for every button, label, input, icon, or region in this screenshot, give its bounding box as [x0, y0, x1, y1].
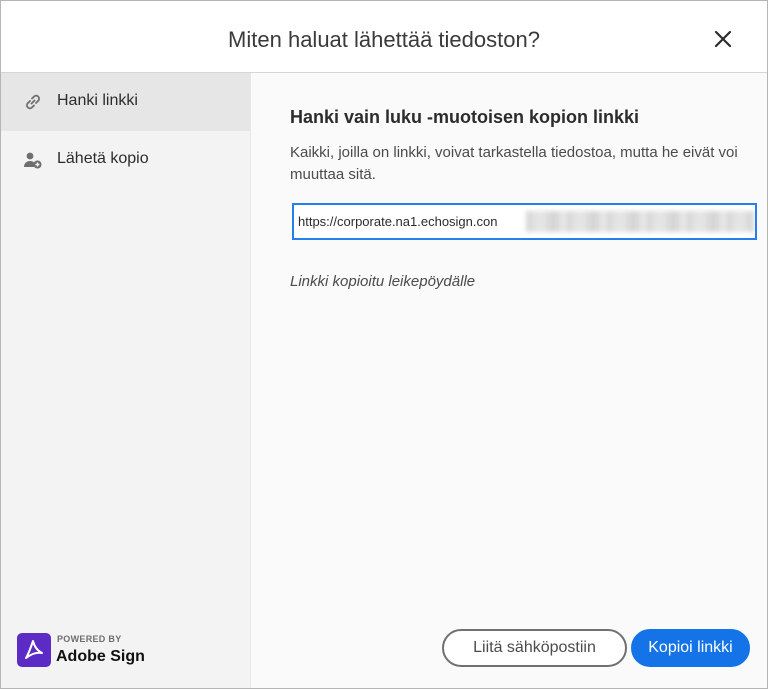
adobe-sign-logo-icon — [17, 633, 51, 667]
sidebar-item-get-link[interactable]: Hanki linkki — [1, 73, 251, 131]
adobe-sign-branding: POWERED BY Adobe Sign — [17, 633, 177, 669]
section-description: Kaikki, joilla on linkki, voivat tarkast… — [290, 144, 738, 183]
attach-to-email-button[interactable]: Liitä sähköpostiin — [442, 629, 627, 667]
copy-link-button[interactable]: Kopioi linkki — [631, 629, 750, 667]
link-icon — [26, 94, 40, 110]
redacted-blur — [526, 211, 754, 232]
sidebar: Hanki linkki Lähetä kopio — [1, 73, 251, 688]
sidebar-item-label: Hanki linkki — [57, 92, 138, 109]
add-person-icon — [24, 152, 42, 169]
section-title: Hanki vain luku -muotoisen kopion linkki — [290, 107, 640, 127]
close-button[interactable] — [707, 23, 739, 55]
brand-name: Adobe Sign — [56, 648, 145, 665]
share-dialog: Miten haluat lähettää tiedoston? Hanki l… — [0, 0, 768, 689]
copied-confirmation: Linkki kopioitu leikepöydälle — [290, 273, 476, 290]
main-panel: Hanki vain luku -muotoisen kopion linkki… — [252, 73, 767, 688]
sidebar-item-send-copy[interactable]: Lähetä kopio — [1, 131, 251, 189]
powered-by-label: POWERED BY — [57, 634, 122, 644]
sidebar-item-label: Lähetä kopio — [57, 150, 149, 167]
link-field[interactable] — [292, 203, 757, 240]
close-icon — [714, 30, 732, 48]
dialog-title: Miten haluat lähettää tiedoston? — [228, 27, 540, 52]
dialog-header: Miten haluat lähettää tiedoston? — [1, 1, 767, 73]
